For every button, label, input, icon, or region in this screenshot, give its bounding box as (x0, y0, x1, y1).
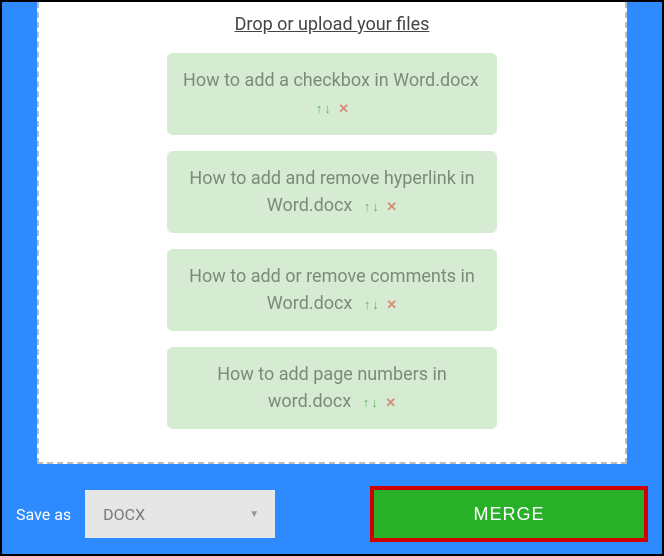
format-value: DOCX (103, 505, 145, 524)
save-as-label: Save as (16, 505, 71, 524)
file-name: How to add page numbers in word.docx (217, 364, 447, 412)
chevron-down-icon: ▼ (249, 509, 259, 520)
file-item: How to add a checkbox in Word.docx ↑↓ ✕ (167, 53, 497, 135)
remove-file-icon[interactable]: ✕ (386, 298, 397, 313)
move-up-icon[interactable]: ↑ (316, 102, 323, 117)
file-item: How to add or remove comments in Word.do… (167, 249, 497, 331)
file-controls: ↑↓ ✕ (363, 195, 397, 216)
move-up-icon[interactable]: ↑ (363, 396, 370, 411)
file-name: How to add a checkbox in Word.docx (183, 70, 479, 91)
file-controls: ↑↓ ✕ (363, 293, 397, 314)
remove-file-icon[interactable]: ✕ (338, 102, 349, 117)
move-down-icon[interactable]: ↓ (371, 396, 378, 411)
move-up-icon[interactable]: ↑ (364, 200, 371, 215)
upload-panel: Drop or upload your files How to add a c… (37, 2, 627, 464)
move-up-icon[interactable]: ↑ (364, 298, 371, 313)
remove-file-icon[interactable]: ✕ (385, 396, 396, 411)
move-down-icon[interactable]: ↓ (372, 200, 379, 215)
file-name: How to add and remove hyperlink in Word.… (189, 168, 474, 216)
file-controls: ↑↓ ✕ (315, 97, 349, 118)
file-name: How to add or remove comments in Word.do… (189, 266, 475, 314)
file-item: How to add page numbers in word.docx ↑↓ … (167, 347, 497, 429)
upload-link[interactable]: Drop or upload your files (59, 14, 605, 35)
merge-highlight: MERGE (370, 486, 648, 542)
move-down-icon[interactable]: ↓ (324, 102, 331, 117)
merge-button[interactable]: MERGE (374, 490, 644, 538)
remove-file-icon[interactable]: ✕ (386, 200, 397, 215)
file-item: How to add and remove hyperlink in Word.… (167, 151, 497, 233)
file-list: How to add a checkbox in Word.docx ↑↓ ✕ … (59, 53, 605, 429)
bottom-bar: Save as DOCX ▼ MERGE (2, 486, 662, 542)
format-select[interactable]: DOCX ▼ (85, 490, 275, 538)
file-controls: ↑↓ ✕ (362, 391, 396, 412)
move-down-icon[interactable]: ↓ (372, 298, 379, 313)
